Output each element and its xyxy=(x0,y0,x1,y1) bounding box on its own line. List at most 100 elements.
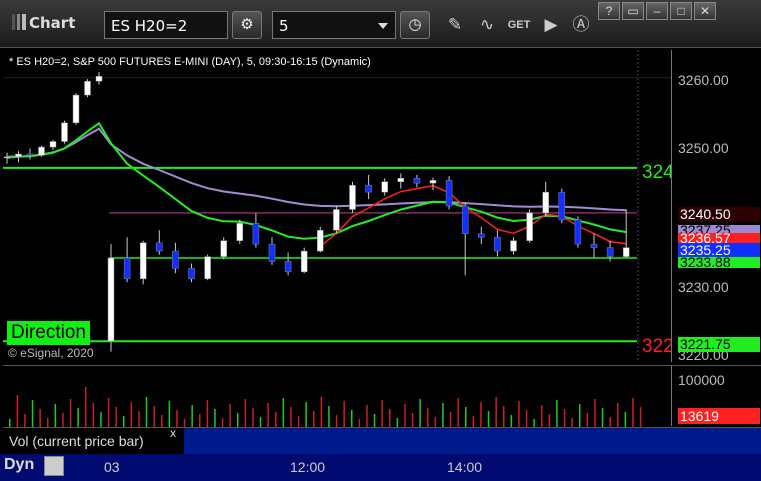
volume-bar xyxy=(130,402,133,427)
dynamic-mode-label: Dyn xyxy=(4,456,35,473)
chart-description: * ES H20=2, S&P 500 FUTURES E-MINI (DAY)… xyxy=(9,56,371,68)
volume-study-label: Vol (current price bar) xyxy=(3,427,184,454)
candle-body xyxy=(510,240,517,252)
volume-tick: 100000 xyxy=(678,372,725,388)
volume-chart xyxy=(9,387,642,427)
copyright-text: © eSignal, 2020 xyxy=(8,346,94,360)
candle-body xyxy=(172,250,179,269)
candle-body xyxy=(349,184,356,210)
volume-bar xyxy=(62,413,64,427)
volume-bar xyxy=(145,397,148,427)
minimize-icon[interactable]: – xyxy=(646,2,668,20)
time-axis[interactable]: 03 12:00 14:00 xyxy=(0,454,761,481)
volume-bar xyxy=(77,408,79,427)
slow-ma-line xyxy=(6,121,627,240)
volume-bar xyxy=(465,407,467,427)
candle-body xyxy=(574,219,582,245)
pencil-icon[interactable]: ✎ xyxy=(442,12,468,38)
volume-label-strip xyxy=(184,427,761,454)
volume-bar xyxy=(16,395,19,427)
price-marker: 3235.25 xyxy=(678,243,760,258)
volume-bar xyxy=(31,400,34,427)
close-icon[interactable]: ✕ xyxy=(694,2,716,20)
volume-bar xyxy=(297,416,300,427)
volume-bar xyxy=(191,405,193,427)
symbol-selector[interactable]: ES H20=2 xyxy=(104,11,228,39)
volume-bar xyxy=(442,403,444,427)
play-icon[interactable]: ▶ xyxy=(538,12,564,38)
volume-bar xyxy=(328,406,330,427)
volume-bar xyxy=(107,398,110,427)
restore-icon[interactable]: ▭ xyxy=(622,2,644,20)
candle-body xyxy=(123,257,131,280)
candle-body xyxy=(317,230,324,252)
volume-bar xyxy=(290,407,292,427)
volume-bar xyxy=(39,409,41,427)
volume-bar xyxy=(404,404,406,427)
volume-bar xyxy=(259,417,262,427)
volume-bar xyxy=(411,413,414,427)
a-icon[interactable]: Ⓐ xyxy=(568,12,594,38)
volume-bar xyxy=(594,399,596,427)
volume-bar xyxy=(525,410,528,427)
volume-bar xyxy=(320,397,323,427)
get-icon[interactable]: GET xyxy=(506,12,532,38)
studies-icon[interactable]: ∿ xyxy=(474,12,500,38)
volume-bar xyxy=(533,419,535,427)
volume-bar xyxy=(639,407,642,427)
volume-bar xyxy=(396,418,399,427)
volume-bar xyxy=(153,406,155,427)
price-scale[interactable]: 3260.00 3250.00 3230.00 3220.00 3240.50 … xyxy=(671,50,761,363)
candle-body xyxy=(107,257,115,342)
volume-pane[interactable] xyxy=(3,365,671,427)
volume-bar xyxy=(92,403,95,427)
volume-bar xyxy=(199,414,201,427)
lower-line-label: 322 xyxy=(642,336,674,357)
volume-bar xyxy=(252,408,254,427)
candle-body xyxy=(84,80,91,96)
candle-body xyxy=(268,243,276,262)
maximize-icon[interactable]: □ xyxy=(670,2,692,20)
candle-body xyxy=(3,156,11,159)
volume-bar xyxy=(237,413,239,427)
help-icon[interactable]: ? xyxy=(598,2,620,20)
volume-bar xyxy=(358,419,361,427)
clock-icon[interactable]: ◷ xyxy=(400,11,430,39)
volume-bar xyxy=(373,414,376,427)
candle-body xyxy=(95,76,103,82)
lock-icon[interactable] xyxy=(44,456,64,476)
volume-bar xyxy=(343,401,345,427)
volume-bar xyxy=(366,405,368,427)
volume-bar xyxy=(617,403,619,427)
volume-bar xyxy=(487,411,490,427)
volume-bar xyxy=(579,404,581,427)
candle-body xyxy=(494,236,501,252)
vwap-line xyxy=(6,127,627,212)
price-pane[interactable] xyxy=(3,50,671,362)
volume-scale: 100000 13619 xyxy=(671,365,761,426)
volume-bar xyxy=(214,409,216,427)
volume-bar xyxy=(510,415,513,427)
candle-body xyxy=(15,153,22,158)
candle-body xyxy=(236,223,244,241)
volume-bar xyxy=(556,400,558,427)
candle-body xyxy=(26,153,34,156)
gear-icon[interactable]: ⚙ xyxy=(232,11,262,39)
volume-bar xyxy=(9,419,11,427)
volume-bar xyxy=(335,415,338,427)
volume-bar xyxy=(632,398,634,427)
volume-bar xyxy=(24,414,26,427)
time-tick: 03 xyxy=(104,459,120,475)
volume-bar xyxy=(503,406,505,427)
candle-body xyxy=(333,209,340,231)
interval-selector[interactable]: 5 xyxy=(272,11,396,39)
price-chart xyxy=(3,50,671,362)
time-tick: 12:00 xyxy=(290,459,326,475)
volume-bar xyxy=(381,400,383,427)
time-tick: 14:00 xyxy=(447,459,483,475)
candle-body xyxy=(252,223,260,245)
volume-bar xyxy=(427,408,429,427)
candle-body xyxy=(204,256,211,280)
volume-bar xyxy=(267,403,269,427)
close-study-icon[interactable]: x xyxy=(170,426,176,440)
